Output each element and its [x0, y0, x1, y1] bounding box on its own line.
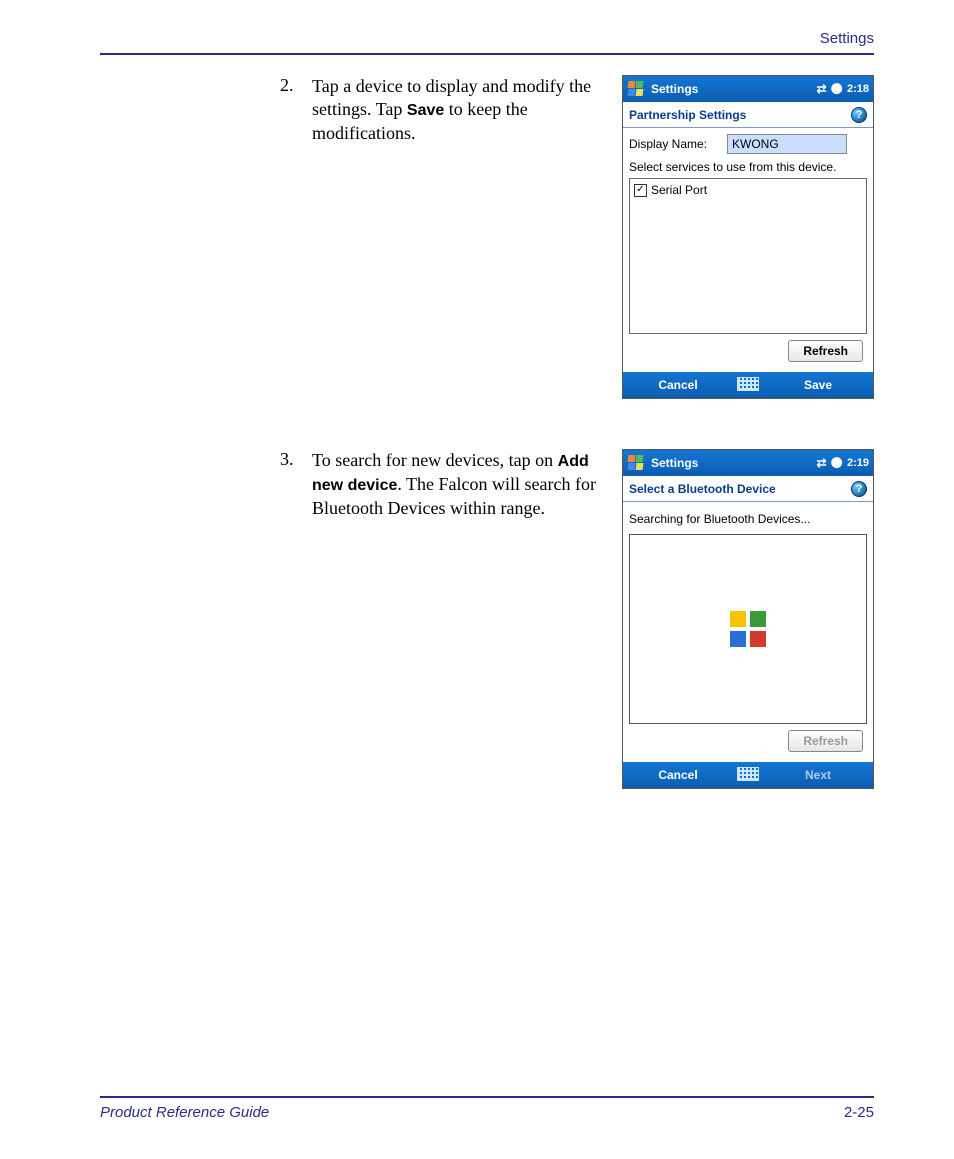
header-rule — [100, 53, 874, 55]
step-3-number: 3. — [280, 449, 308, 470]
cancel-button[interactable]: Cancel — [623, 768, 733, 782]
start-icon[interactable] — [627, 454, 645, 472]
device2-footer: Cancel Next — [623, 762, 873, 788]
device2-time: 2:19 — [847, 457, 869, 469]
save-button[interactable]: Save — [763, 378, 873, 392]
connectivity-icon[interactable] — [816, 82, 826, 96]
step-2-number: 2. — [280, 75, 308, 96]
step-3-row: 3. To search for new devices, tap on Add… — [100, 449, 874, 789]
service-serial-port[interactable]: ✓ Serial Port — [634, 183, 862, 197]
screenshot-select-bluetooth: Settings 2:19 Select a Bluetooth Device … — [622, 449, 874, 789]
page-header-section: Settings — [100, 30, 874, 53]
step-3-body: To search for new devices, tap on Add ne… — [312, 449, 610, 520]
footer-guide-title: Product Reference Guide — [100, 1104, 269, 1121]
device1-subheader-text: Partnership Settings — [629, 108, 746, 122]
device1-subheader: Partnership Settings ? — [623, 102, 873, 128]
device1-footer: Cancel Save — [623, 372, 873, 398]
services-instruction: Select services to use from this device. — [629, 160, 867, 174]
device2-subheader: Select a Bluetooth Device ? — [623, 476, 873, 502]
search-results-box — [629, 534, 867, 724]
service-label: Serial Port — [651, 183, 707, 197]
display-name-label: Display Name: — [629, 137, 727, 151]
refresh-button-disabled: Refresh — [788, 730, 863, 752]
footer-page-number: 2-25 — [844, 1104, 874, 1121]
device2-subheader-text: Select a Bluetooth Device — [629, 482, 776, 496]
checkbox-icon[interactable]: ✓ — [634, 184, 647, 197]
step-2-row: 2. Tap a device to display and mod­ify t… — [100, 75, 874, 399]
device1-time: 2:18 — [847, 83, 869, 95]
device2-title: Settings — [651, 456, 816, 470]
footer-rule — [100, 1096, 874, 1098]
step-2-bold: Save — [407, 102, 444, 119]
screenshot-partnership-settings: Settings 2:18 Partnership Settings ? Dis… — [622, 75, 874, 399]
help-icon[interactable]: ? — [851, 481, 867, 497]
device2-topbar: Settings 2:19 — [623, 450, 873, 476]
step-3-text: 3. To search for new devices, tap on Add… — [100, 449, 622, 520]
refresh-button[interactable]: Refresh — [788, 340, 863, 362]
services-listbox[interactable]: ✓ Serial Port — [629, 178, 867, 334]
volume-icon[interactable] — [831, 83, 843, 95]
searching-status: Searching for Bluetooth Devices... — [629, 512, 867, 526]
display-name-input[interactable] — [727, 134, 847, 154]
device1-topbar: Settings 2:18 — [623, 76, 873, 102]
keyboard-icon[interactable] — [737, 377, 759, 391]
help-icon[interactable]: ? — [851, 107, 867, 123]
device1-title: Settings — [651, 82, 816, 96]
keyboard-icon[interactable] — [737, 767, 759, 781]
step-2-text: 2. Tap a device to display and mod­ify t… — [100, 75, 622, 146]
next-button-disabled: Next — [763, 768, 873, 782]
volume-icon[interactable] — [831, 457, 843, 469]
cancel-button[interactable]: Cancel — [623, 378, 733, 392]
step-2-body: Tap a device to display and mod­ify the … — [312, 75, 610, 146]
page-footer: Product Reference Guide 2-25 — [100, 1096, 874, 1121]
spinner-icon — [730, 611, 766, 647]
step-3-part0: To search for new devices, tap on — [312, 450, 558, 470]
connectivity-icon[interactable] — [816, 456, 826, 470]
start-icon[interactable] — [627, 80, 645, 98]
